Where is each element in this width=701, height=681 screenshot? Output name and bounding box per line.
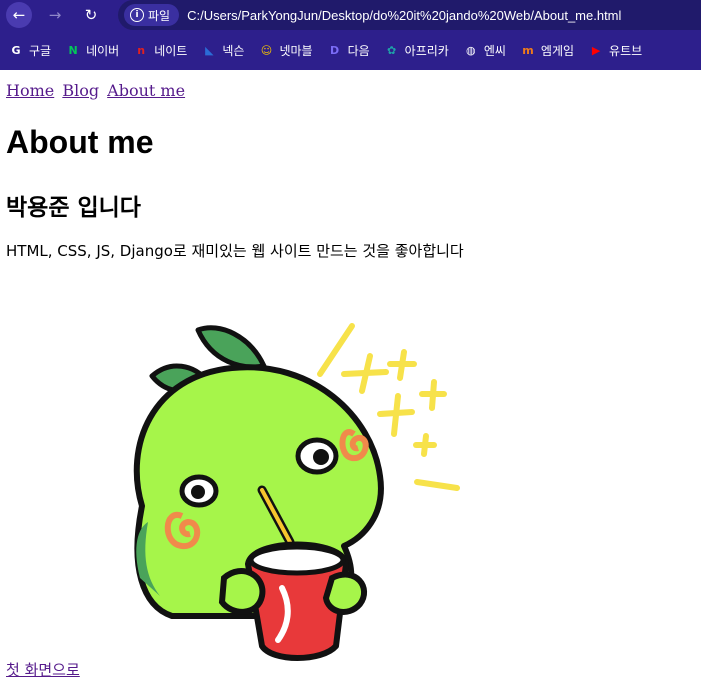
bookmark-label: 유트브: [609, 43, 643, 58]
bookmark-item[interactable]: m 엠게임: [520, 42, 574, 59]
bookmark-label: 넥슨: [222, 43, 245, 58]
mascot-illustration: [133, 323, 460, 661]
back-arrow-icon[interactable]: ←: [6, 2, 32, 28]
page-title: About me: [6, 124, 154, 160]
nav-link-home[interactable]: Home: [6, 81, 54, 100]
bookmark-label: 엠게임: [540, 43, 575, 58]
page-subtitle: 박용준 입니다: [6, 195, 141, 221]
bookmark-item[interactable]: N 네이버: [65, 42, 119, 59]
bookmark-label: 네이트: [154, 43, 188, 58]
bookmark-label: 넷마블: [279, 43, 313, 58]
bookmark-label: 구글: [29, 43, 52, 58]
nexon-icon: ◣: [205, 43, 214, 57]
bookmark-item[interactable]: n 네이트: [133, 42, 187, 59]
bookmark-label: 아프리카: [404, 43, 449, 58]
site-chip-label: 파일: [148, 8, 171, 23]
afreeca-icon: ✿: [387, 43, 397, 57]
intro-text: HTML, CSS, JS, Django로 재미있는 웹 사이트 만드는 것을…: [6, 242, 464, 260]
bookmark-item[interactable]: ▶ 유트브: [588, 42, 642, 59]
bookmark-label: 다음: [347, 43, 370, 58]
site-info-chip[interactable]: i 파일: [124, 4, 180, 26]
top-nav: Home Blog About me: [6, 81, 188, 100]
reload-icon[interactable]: ↻: [78, 2, 104, 28]
youtube-icon: ▶: [591, 43, 601, 57]
bookmark-item[interactable]: ☺ 넷마블: [258, 42, 313, 59]
forward-arrow-icon[interactable]: →: [42, 2, 68, 28]
bookmark-item[interactable]: D 다음: [327, 42, 370, 59]
bookmark-label: 네이버: [86, 43, 120, 58]
mgame-icon: m: [522, 43, 534, 57]
google-icon: G: [11, 43, 21, 57]
bookmark-item[interactable]: ✿ 아프리카: [384, 42, 449, 59]
bookmark-label: 엔씨: [483, 43, 506, 58]
browser-toolbar: ← → ↻ i 파일 C:/Users/ParkYongJun/Desktop/…: [0, 0, 701, 30]
nav-link-about-me[interactable]: About me: [107, 81, 185, 100]
nav-link-blog[interactable]: Blog: [62, 81, 99, 100]
bookmark-item[interactable]: G 구글: [8, 42, 51, 59]
netmarble-icon: ☺: [260, 43, 273, 57]
bookmark-item[interactable]: ◍ 엔씨: [463, 42, 506, 59]
page-content: Home Blog About me About me 박용준 입니다 HTML…: [0, 70, 701, 681]
back-to-home-link[interactable]: 첫 화면으로: [6, 659, 80, 680]
naver-icon: N: [68, 43, 78, 57]
globe-icon: ◍: [466, 43, 476, 57]
bookmarks-bar: G 구글 N 네이버 n 네이트 ◣ 넥슨 ☺ 넷마블 D 다음 ✿ 아프리카 ◍ 엔씨 m 엠게임 ▶ 유트브: [0, 30, 701, 70]
nate-icon: n: [137, 43, 146, 57]
daum-icon: D: [329, 43, 340, 57]
info-icon: i: [130, 8, 144, 22]
address-bar[interactable]: i 파일 C:/Users/ParkYongJun/Desktop/do%20i…: [118, 0, 701, 30]
bookmark-item[interactable]: ◣ 넥슨: [201, 42, 244, 59]
url-text[interactable]: C:/Users/ParkYongJun/Desktop/do%20it%20j…: [187, 8, 621, 23]
